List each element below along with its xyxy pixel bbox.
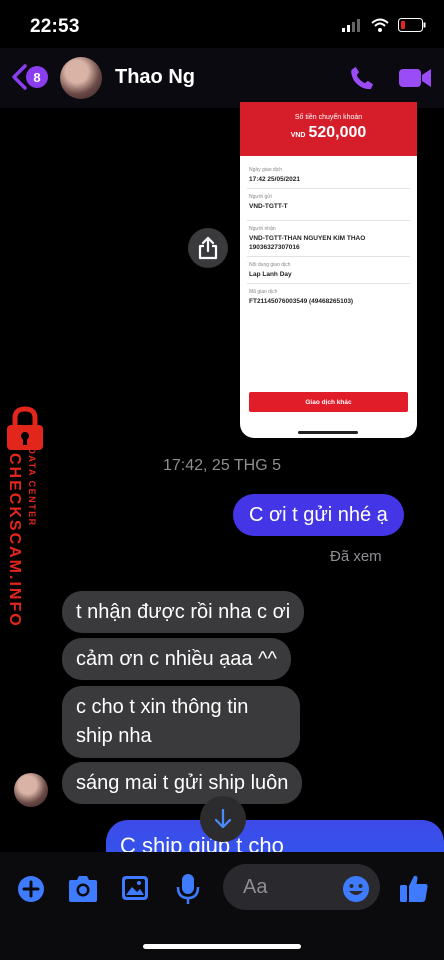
receipt-amount: VND 520,000: [240, 124, 417, 142]
plus-circle-icon[interactable]: [16, 874, 46, 904]
watermark-subtitle: DATA CENTER: [27, 447, 37, 527]
incoming-message[interactable]: cảm ơn c nhiều ạaa ^^: [62, 638, 291, 680]
unread-badge[interactable]: 8: [26, 66, 48, 88]
contact-avatar[interactable]: [60, 57, 102, 99]
receipt-row-value: VND-TGTT-THAN NGUYEN KIM THAO: [249, 235, 366, 242]
chevron-down-icon: [214, 808, 232, 829]
receipt-currency: VND: [290, 132, 306, 139]
receipt-amount-value: 520,000: [308, 124, 367, 141]
status-icons: [342, 18, 426, 32]
receipt-row-label: Nội dung giao dịch: [249, 262, 291, 268]
image-icon[interactable]: [120, 873, 150, 903]
receipt-banner: Số tiền chuyển khoản VND 520,000: [240, 102, 417, 156]
sender-avatar: [14, 773, 48, 807]
share-icon: [198, 236, 218, 260]
lock-icon: [7, 406, 43, 450]
receipt-row-value: FT21145076003549 (49468265103): [249, 298, 354, 305]
receipt-row: Nội dung giao dịch Lap Lanh Day: [247, 257, 410, 284]
battery-icon: [398, 18, 426, 32]
receipt-row: Ngày giao dịch 17:42 25/05/2021: [247, 162, 410, 189]
receipt-details: Ngày giao dịch 17:42 25/05/2021 Người gử…: [247, 162, 410, 310]
microphone-icon[interactable]: [176, 872, 200, 906]
emoji-icon[interactable]: [342, 875, 370, 903]
receipt-row-value: 17:42 25/05/2021: [249, 176, 300, 183]
receipt-row-value: VND-TGTT-T: [249, 203, 288, 210]
incoming-message[interactable]: t nhận được rồi nha c ơi: [62, 591, 305, 633]
status-time: 22:53: [30, 16, 80, 37]
receipt-amount-label: Số tiền chuyển khoản: [294, 114, 363, 121]
share-button[interactable]: [188, 228, 228, 268]
outgoing-message[interactable]: C ơi t gửi nhé ạ: [233, 494, 404, 536]
receipt-row-label: Ngày giao dịch: [249, 167, 283, 173]
receipt-row: Mã giao dịch FT21145076003549 (494682651…: [247, 284, 410, 310]
receipt-row-label: Người nhận: [249, 226, 276, 232]
message-timestamp: 17:42, 25 THG 5: [163, 457, 281, 474]
receipt-row: Người nhận VND-TGTT-THAN NGUYEN KIM THAO…: [247, 221, 410, 257]
wifi-icon: [371, 18, 389, 32]
phone-icon[interactable]: [348, 64, 376, 92]
home-indicator: [143, 944, 301, 949]
receipt-row-label: Người gửi: [249, 194, 272, 200]
incoming-message[interactable]: sáng mai t gửi ship luôn: [62, 762, 303, 804]
seen-receipt: Đã xem: [330, 548, 382, 565]
incoming-message[interactable]: c cho t xin thông tin ship nha: [62, 686, 300, 758]
thumbs-up-icon[interactable]: [398, 872, 430, 904]
receipt-other-transaction-button: Giao dịch khác: [249, 392, 408, 412]
receipt-row-label: Mã giao dịch: [249, 289, 278, 295]
signal-icon: [342, 19, 360, 32]
receipt-row: Người gửi VND-TGTT-T: [247, 189, 410, 221]
receipt-home-indicator: [298, 431, 358, 434]
contact-name[interactable]: Thao Ng: [115, 66, 195, 89]
video-camera-icon[interactable]: [398, 66, 432, 90]
receipt-image[interactable]: Số tiền chuyển khoản VND 520,000 Ngày gia…: [240, 102, 417, 438]
receipt-row-value-2: 19036327307016: [249, 244, 300, 251]
scroll-to-bottom-button[interactable]: [200, 796, 246, 842]
camera-icon[interactable]: [66, 873, 100, 905]
receipt-row-value: Lap Lanh Day: [249, 271, 292, 278]
